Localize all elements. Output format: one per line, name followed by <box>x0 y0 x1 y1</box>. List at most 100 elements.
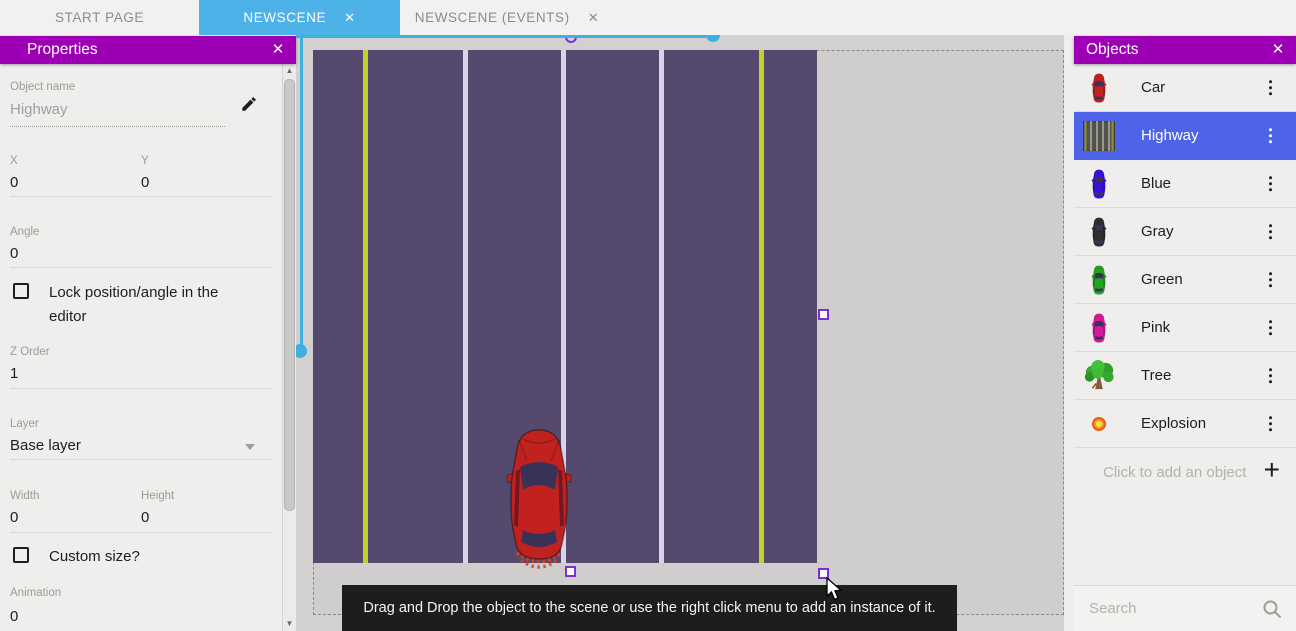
search-input[interactable] <box>1089 600 1249 617</box>
lane-line <box>363 50 368 563</box>
object-row-green[interactable]: Green <box>1074 256 1296 304</box>
canvas-margin <box>1064 35 1074 631</box>
angle-field[interactable]: Angle 0 <box>10 226 273 262</box>
custom-size-checkbox[interactable] <box>13 547 29 563</box>
y-value[interactable]: 0 <box>141 174 149 191</box>
object-name: Blue <box>1141 175 1171 192</box>
object-name: Highway <box>1141 127 1199 144</box>
object-search-bar <box>1074 585 1296 631</box>
tab-newscene[interactable]: NEWSCENE ✕ <box>199 0 400 35</box>
object-row-car[interactable]: Car <box>1074 64 1296 112</box>
object-menu-icon[interactable] <box>1269 416 1273 432</box>
object-name: Pink <box>1141 319 1170 336</box>
height-label: Height <box>141 490 174 502</box>
car-pink-icon <box>1083 311 1115 345</box>
layer-label: Layer <box>10 418 273 430</box>
height-field[interactable]: Height 0 <box>141 490 174 526</box>
animation-value[interactable]: 0 <box>10 609 18 625</box>
angle-label: Angle <box>10 226 273 238</box>
lane-line <box>759 50 764 563</box>
close-icon[interactable]: ✕ <box>269 40 287 58</box>
tab-label: START PAGE <box>55 10 144 25</box>
close-icon[interactable]: ✕ <box>344 11 356 24</box>
properties-panel-header: Properties ✕ <box>0 36 296 64</box>
tab-label: NEWSCENE <box>243 10 326 25</box>
object-row-gray[interactable]: Gray <box>1074 208 1296 256</box>
car-red-icon <box>1083 71 1115 105</box>
car-instance[interactable] <box>503 427 575 573</box>
properties-scrollbar[interactable]: ▲ ▼ <box>282 63 296 631</box>
scene-canvas[interactable]: Drag and Drop the object to the scene or… <box>296 35 1074 631</box>
objects-panel-header: Objects ✕ <box>1074 36 1296 64</box>
edit-pencil-icon[interactable] <box>240 95 258 113</box>
z-order-label: Z Order <box>10 346 273 358</box>
object-row-highway[interactable]: Highway <box>1074 112 1296 160</box>
search-icon[interactable] <box>1262 599 1282 619</box>
lock-position-label: Lock position/angle in the editor <box>49 281 239 329</box>
panel-title: Objects <box>1086 41 1139 59</box>
resize-handle-bottom[interactable] <box>565 566 576 577</box>
size-row: Width 0 Height 0 <box>10 490 273 533</box>
tooltip-text: Drag and Drop the object to the scene or… <box>363 600 935 616</box>
object-menu-icon[interactable] <box>1269 128 1273 144</box>
add-object-label: Click to add an object <box>1103 464 1246 481</box>
angle-value[interactable]: 0 <box>10 245 273 262</box>
scrollbar-thumb[interactable] <box>284 79 295 511</box>
chevron-down-icon[interactable] <box>245 444 255 450</box>
object-menu-icon[interactable] <box>1269 320 1273 336</box>
object-row-pink[interactable]: Pink <box>1074 304 1296 352</box>
object-name: Explosion <box>1141 415 1206 432</box>
drag-drop-tooltip: Drag and Drop the object to the scene or… <box>342 585 957 631</box>
object-name-field[interactable]: Highway <box>10 101 225 127</box>
animation-label: Animation <box>10 587 61 599</box>
properties-panel: Properties ✕ Object name Highway X 0 Y 0… <box>0 35 296 631</box>
scroll-down-arrow-icon[interactable]: ▼ <box>283 619 296 628</box>
car-blue-icon <box>1083 167 1115 201</box>
object-menu-icon[interactable] <box>1269 368 1273 384</box>
object-menu-icon[interactable] <box>1269 80 1273 96</box>
layer-value[interactable]: Base layer <box>10 437 273 454</box>
object-name: Green <box>1141 271 1183 288</box>
scroll-up-arrow-icon[interactable]: ▲ <box>283 66 296 75</box>
z-order-value[interactable]: 1 <box>10 365 273 382</box>
y-field[interactable]: Y 0 <box>141 155 149 191</box>
height-value[interactable]: 0 <box>141 509 174 526</box>
explosion-icon <box>1083 407 1115 441</box>
tree-icon <box>1083 359 1115 393</box>
lane-line <box>659 50 664 563</box>
layer-select[interactable]: Layer Base layer <box>10 418 273 454</box>
z-order-field[interactable]: Z Order 1 <box>10 346 273 382</box>
horizontal-scroll-knob[interactable] <box>706 35 720 42</box>
object-menu-icon[interactable] <box>1269 224 1273 240</box>
object-menu-icon[interactable] <box>1269 272 1273 288</box>
tab-newscene-events[interactable]: NEWSCENE (EVENTS) ✕ <box>400 0 614 35</box>
add-object-row[interactable]: Click to add an object + <box>1074 448 1296 496</box>
plus-icon[interactable]: + <box>1264 454 1280 486</box>
objects-list: Car Highway <box>1074 64 1296 496</box>
car-green-icon <box>1083 263 1115 297</box>
object-name: Car <box>1141 79 1165 96</box>
z-order-row: Z Order 1 <box>10 346 273 389</box>
vertical-scroll-indicator[interactable] <box>300 35 303 351</box>
object-row-tree[interactable]: Tree <box>1074 352 1296 400</box>
y-label: Y <box>141 155 149 167</box>
resize-handle-right[interactable] <box>818 309 829 320</box>
lock-position-checkbox[interactable] <box>13 283 29 299</box>
mouse-cursor-icon <box>826 577 844 603</box>
horizontal-scroll-indicator[interactable] <box>296 35 713 38</box>
custom-size-label: Custom size? <box>49 545 140 569</box>
vertical-scroll-knob[interactable] <box>296 344 307 358</box>
close-icon[interactable]: ✕ <box>1269 40 1287 58</box>
object-menu-icon[interactable] <box>1269 176 1273 192</box>
object-name-label: Object name <box>10 81 75 93</box>
object-name: Gray <box>1141 223 1174 240</box>
objects-panel: Objects ✕ Car <box>1074 35 1296 631</box>
close-icon[interactable]: ✕ <box>588 11 600 24</box>
tab-start-page[interactable]: START PAGE <box>0 0 199 35</box>
highway-icon <box>1083 119 1115 153</box>
angle-row: Angle 0 <box>10 226 273 268</box>
object-name: Tree <box>1141 367 1171 384</box>
object-row-explosion[interactable]: Explosion <box>1074 400 1296 448</box>
object-row-blue[interactable]: Blue <box>1074 160 1296 208</box>
layer-row: Layer Base layer <box>10 418 273 460</box>
